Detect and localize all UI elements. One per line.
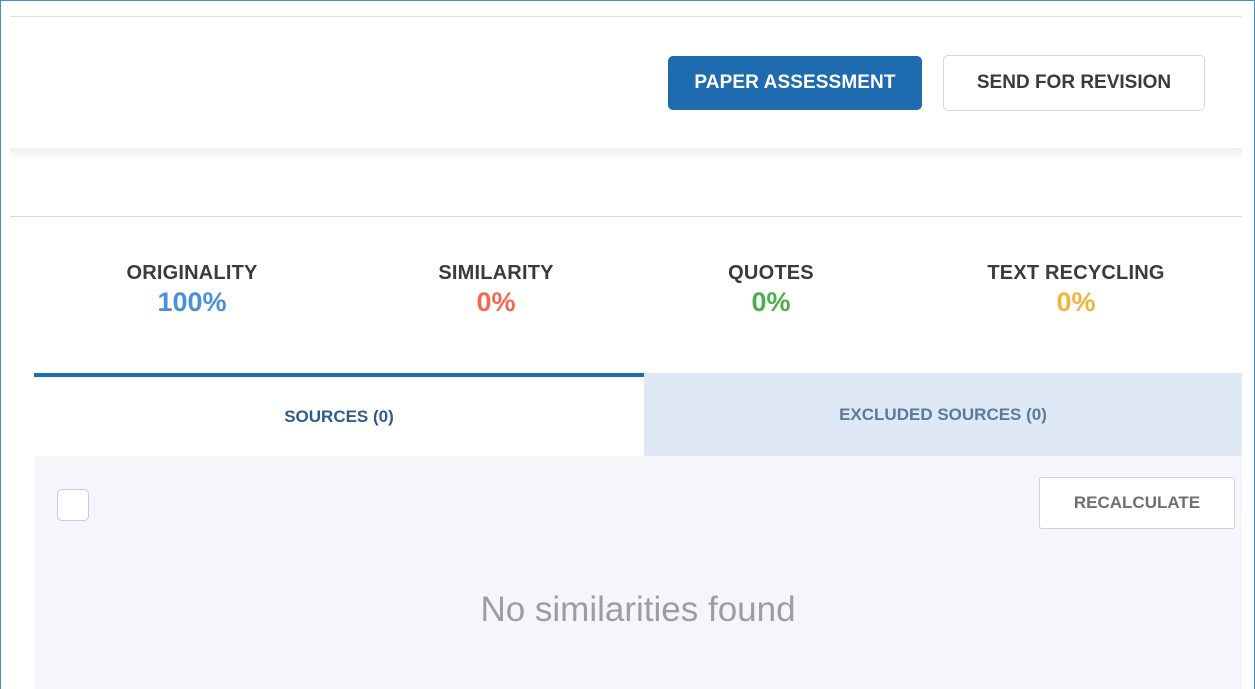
recalculate-button[interactable]: RECALCULATE bbox=[1039, 477, 1235, 529]
select-all-checkbox[interactable] bbox=[57, 489, 89, 521]
stat-value-quotes: 0% bbox=[751, 287, 791, 317]
section-divider bbox=[10, 216, 1242, 217]
tab-excluded-sources[interactable]: EXCLUDED SOURCES (0) bbox=[644, 373, 1242, 456]
stat-label-text-recycling: TEXT RECYCLING bbox=[987, 262, 1165, 284]
stat-value-text-recycling: 0% bbox=[1056, 287, 1096, 317]
stat-quotes: QUOTES 0% bbox=[681, 262, 861, 318]
tab-sources[interactable]: SOURCES (0) bbox=[34, 373, 644, 456]
paper-assessment-button[interactable]: PAPER ASSESSMENT bbox=[668, 56, 922, 110]
header-shadow bbox=[10, 148, 1242, 160]
send-for-revision-button[interactable]: SEND FOR REVISION bbox=[943, 55, 1205, 111]
stat-label-originality: ORIGINALITY bbox=[126, 262, 258, 284]
stat-originality: ORIGINALITY 100% bbox=[102, 262, 282, 318]
empty-state-message: No similarities found bbox=[480, 590, 796, 629]
stat-text-recycling: TEXT RECYCLING 0% bbox=[956, 262, 1196, 318]
stat-value-originality: 100% bbox=[157, 287, 227, 317]
stat-label-quotes: QUOTES bbox=[728, 262, 814, 284]
source-tabs: SOURCES (0) EXCLUDED SOURCES (0) bbox=[34, 373, 1242, 456]
stat-label-similarity: SIMILARITY bbox=[438, 262, 554, 284]
stat-value-similarity: 0% bbox=[476, 287, 516, 317]
stat-similarity: SIMILARITY 0% bbox=[406, 262, 586, 318]
